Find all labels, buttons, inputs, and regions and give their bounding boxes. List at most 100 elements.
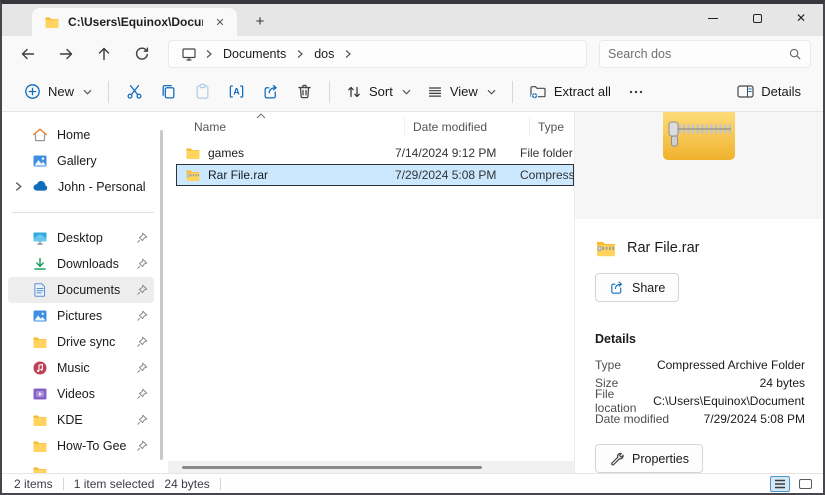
sort-icon bbox=[346, 84, 362, 100]
minimize-icon bbox=[708, 18, 718, 19]
share-button-label: Share bbox=[632, 281, 665, 295]
list-view-icon bbox=[774, 479, 786, 489]
rename-button[interactable]: A bbox=[219, 77, 253, 107]
zip-folder-icon bbox=[595, 237, 617, 259]
sidebar-item-label: Music bbox=[57, 361, 127, 375]
sidebar-item-partial[interactable] bbox=[8, 459, 154, 473]
maximize-button[interactable] bbox=[735, 4, 779, 32]
svg-text:A: A bbox=[233, 86, 240, 96]
minimize-button[interactable] bbox=[691, 4, 735, 32]
new-tab-button[interactable]: + bbox=[247, 9, 273, 33]
new-button-label: New bbox=[48, 84, 74, 99]
close-button[interactable]: ✕ bbox=[779, 4, 823, 32]
detail-value: Compressed Archive Folder bbox=[657, 358, 805, 372]
details-properties: Type Compressed Archive Folder Size 24 b… bbox=[575, 356, 823, 428]
items-count: 2 items bbox=[14, 477, 53, 491]
onedrive-cloud-icon bbox=[32, 179, 49, 195]
sidebar: Home Gallery John - Personal bbox=[2, 112, 168, 473]
sort-button[interactable]: Sort bbox=[338, 78, 419, 106]
share-button[interactable] bbox=[253, 77, 287, 107]
sidebar-item-how-to-geek[interactable]: How-To Geek bbox=[8, 433, 154, 459]
downloads-icon bbox=[32, 256, 48, 272]
cut-button[interactable] bbox=[117, 77, 151, 107]
breadcrumb-dos[interactable]: dos bbox=[308, 45, 340, 63]
details-pane-button[interactable]: Details bbox=[729, 78, 809, 105]
sidebar-item-home[interactable]: Home bbox=[8, 122, 154, 148]
breadcrumb-documents[interactable]: Documents bbox=[217, 45, 292, 63]
chevron-down-icon bbox=[83, 89, 92, 95]
share-file-button[interactable]: Share bbox=[595, 273, 679, 302]
horizontal-scrollbar[interactable] bbox=[168, 461, 574, 473]
thumbnail-view-toggle[interactable] bbox=[795, 476, 815, 492]
view-button[interactable]: View bbox=[419, 78, 504, 106]
file-name: games bbox=[208, 146, 244, 160]
sidebar-item-videos[interactable]: Videos bbox=[8, 381, 154, 407]
explorer-tab[interactable]: C:\Users\Equinox\Documents\ ✕ bbox=[32, 8, 237, 36]
extract-all-button[interactable]: Extract all bbox=[521, 77, 619, 106]
details-pane-icon bbox=[737, 84, 754, 99]
forward-button[interactable] bbox=[48, 39, 84, 69]
properties-button-label: Properties bbox=[632, 452, 689, 466]
sidebar-item-label: How-To Geek bbox=[57, 439, 127, 453]
up-button[interactable] bbox=[86, 39, 122, 69]
tab-close-icon[interactable]: ✕ bbox=[211, 13, 229, 31]
new-button[interactable]: New bbox=[16, 77, 100, 106]
sidebar-item-drive-sync[interactable]: Drive sync bbox=[8, 329, 154, 355]
main-area: Home Gallery John - Personal bbox=[2, 112, 823, 473]
scrollbar-thumb[interactable] bbox=[182, 466, 482, 469]
chevron-right-icon[interactable] bbox=[14, 181, 23, 192]
search-input[interactable] bbox=[608, 47, 788, 61]
this-pc-icon bbox=[177, 46, 201, 62]
close-icon: ✕ bbox=[796, 11, 806, 25]
share-icon bbox=[609, 280, 624, 295]
selection-size: 24 bytes bbox=[164, 477, 209, 491]
pin-icon bbox=[136, 414, 148, 426]
copy-button[interactable] bbox=[151, 77, 185, 107]
sidebar-item-music[interactable]: Music bbox=[8, 355, 154, 381]
file-preview bbox=[575, 112, 823, 219]
sidebar-item-kde[interactable]: KDE bbox=[8, 407, 154, 433]
thumbnail-view-icon bbox=[799, 479, 812, 489]
column-header-name[interactable]: Name bbox=[178, 118, 404, 136]
view-icon bbox=[427, 84, 443, 100]
more-options-button[interactable] bbox=[619, 77, 653, 107]
sidebar-item-onedrive[interactable]: John - Personal bbox=[8, 174, 154, 200]
detail-value: 24 bytes bbox=[760, 376, 805, 390]
view-button-label: View bbox=[450, 84, 478, 99]
detail-row-date-modified: Date modified 7/29/2024 5:08 PM bbox=[595, 410, 805, 428]
maximize-icon bbox=[753, 14, 762, 23]
properties-button[interactable]: Properties bbox=[595, 444, 703, 473]
delete-button[interactable] bbox=[287, 77, 321, 107]
sidebar-item-desktop[interactable]: Desktop bbox=[8, 225, 154, 251]
sidebar-divider bbox=[12, 212, 154, 213]
detail-value: 7/29/2024 5:08 PM bbox=[704, 412, 805, 426]
refresh-icon bbox=[134, 46, 150, 62]
folder-icon bbox=[44, 14, 60, 30]
column-header-type[interactable]: Type bbox=[529, 118, 574, 136]
sidebar-item-documents[interactable]: Documents bbox=[8, 277, 154, 303]
sort-ascending-icon bbox=[256, 113, 266, 119]
pin-icon bbox=[136, 388, 148, 400]
paste-button[interactable] bbox=[185, 77, 219, 107]
details-view-toggle[interactable] bbox=[770, 476, 790, 492]
column-header-date-modified[interactable]: Date modified bbox=[404, 118, 529, 136]
home-icon bbox=[32, 127, 48, 143]
file-row-games[interactable]: games 7/14/2024 9:12 PM File folder bbox=[176, 142, 574, 164]
selected-file-header: Rar File.rar bbox=[595, 237, 823, 259]
sidebar-item-pictures[interactable]: Pictures bbox=[8, 303, 154, 329]
back-icon bbox=[20, 46, 36, 62]
file-row-rar-file[interactable]: Rar File.rar 7/29/2024 5:08 PM Compresse… bbox=[176, 164, 574, 186]
address-bar[interactable]: Documents dos bbox=[168, 40, 587, 68]
sidebar-item-downloads[interactable]: Downloads bbox=[8, 251, 154, 277]
back-button[interactable] bbox=[10, 39, 46, 69]
sidebar-item-gallery[interactable]: Gallery bbox=[8, 148, 154, 174]
sidebar-scrollbar[interactable] bbox=[160, 130, 163, 460]
toolbar-divider bbox=[108, 81, 109, 103]
refresh-button[interactable] bbox=[124, 39, 160, 69]
forward-icon bbox=[58, 46, 74, 62]
status-divider bbox=[63, 478, 64, 490]
window-controls: ✕ bbox=[691, 4, 823, 32]
detail-label: Type bbox=[595, 358, 621, 372]
search-icon bbox=[788, 47, 802, 61]
search-box bbox=[599, 40, 811, 68]
